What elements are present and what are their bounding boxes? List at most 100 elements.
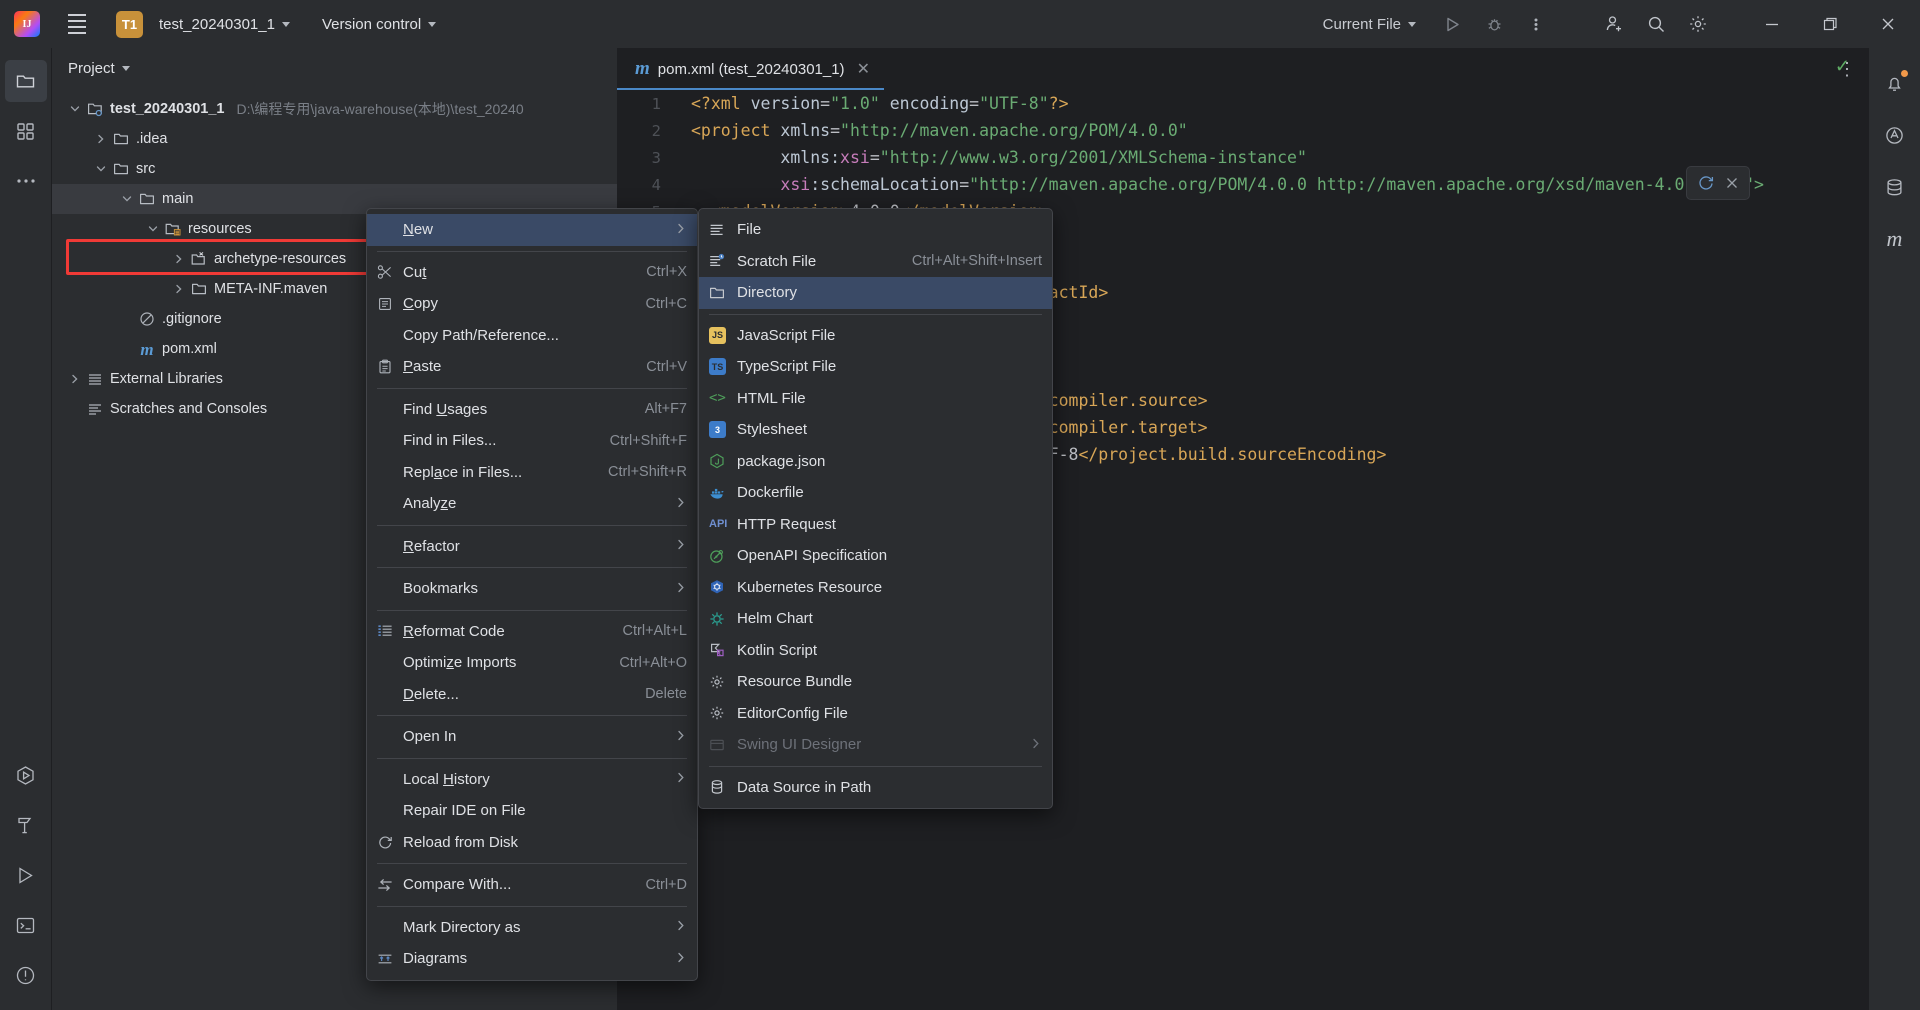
build-tool-icon[interactable]	[5, 804, 47, 846]
line-number: 3	[651, 148, 661, 167]
more-tool-icon[interactable]	[5, 160, 47, 202]
data-source-icon	[709, 779, 737, 795]
notifications-icon[interactable]	[1874, 62, 1916, 104]
minimize-button[interactable]	[1744, 0, 1800, 48]
excluded-folder-icon	[188, 251, 210, 267]
context-menu-item-shortcut: Ctrl+Shift+F	[609, 432, 687, 449]
context-menu-item-compare-with[interactable]: Compare With... Ctrl+D	[367, 869, 697, 901]
docker-icon	[709, 485, 737, 501]
chevron-right-icon[interactable]	[170, 283, 188, 295]
new-submenu-item-label: Directory	[737, 284, 798, 302]
context-menu-item-local-history[interactable]: Local History	[367, 764, 697, 796]
commit-tool-icon[interactable]	[5, 110, 47, 152]
run-icon[interactable]	[1432, 4, 1472, 44]
context-menu-item-delete[interactable]: Delete... Delete	[367, 679, 697, 711]
maven-file-icon: m	[140, 339, 154, 359]
close-icon[interactable]: ✕	[857, 59, 870, 79]
new-submenu-item-typescript-file[interactable]: TS TypeScript File	[699, 351, 1052, 383]
context-menu-item-shortcut: Delete	[645, 686, 687, 703]
maximize-button[interactable]	[1802, 0, 1858, 48]
new-submenu-item-http-request[interactable]: API HTTP Request	[699, 509, 1052, 541]
code-line-text: <?xml version="1.0" encoding="UTF-8"?>	[691, 94, 1069, 113]
search-icon[interactable]	[1636, 4, 1676, 44]
context-menu-item-find-usages[interactable]: Find Usages Alt+F7	[367, 394, 697, 426]
context-menu-item-reformat-code[interactable]: Reformat Code Ctrl+Alt+L	[367, 616, 697, 648]
new-submenu-item-openapi-specification[interactable]: OpenAPI Specification	[699, 540, 1052, 572]
new-submenu-item-kubernetes-resource[interactable]: Kubernetes Resource	[699, 572, 1052, 604]
new-submenu-item-package-json[interactable]: package.json	[699, 446, 1052, 478]
context-menu-item-copy[interactable]: Copy Ctrl+C	[367, 288, 697, 320]
project-panel-header[interactable]: Project	[52, 48, 617, 88]
new-submenu-item-dockerfile[interactable]: Dockerfile	[699, 477, 1052, 509]
debug-icon[interactable]	[1474, 4, 1514, 44]
context-menu-item-paste[interactable]: Paste Ctrl+V	[367, 351, 697, 383]
context-menu-item-optimize-imports[interactable]: Optimize Imports Ctrl+Alt+O	[367, 647, 697, 679]
chevron-right-icon[interactable]	[66, 373, 84, 385]
terminal-tool-icon[interactable]	[5, 904, 47, 946]
context-menu-item-label: Replace in Files...	[403, 463, 523, 481]
context-menu-item-open-in[interactable]: Open In	[367, 721, 697, 753]
tree-node-idea[interactable]: .idea	[52, 124, 617, 154]
folder-icon	[110, 131, 132, 147]
new-submenu-item-html-file[interactable]: <> HTML File	[699, 383, 1052, 415]
context-menu-item-bookmarks[interactable]: Bookmarks	[367, 573, 697, 605]
new-submenu-item-editorconfig-file[interactable]: EditorConfig File	[699, 698, 1052, 730]
context-menu-item-refactor[interactable]: Refactor	[367, 531, 697, 563]
reload-icon	[377, 834, 403, 850]
editor-tab-pom-xml[interactable]: m pom.xml (test_20240301_1) ✕	[617, 48, 884, 90]
packagejson-icon	[709, 453, 737, 469]
chevron-down-icon[interactable]	[118, 193, 136, 205]
project-selector[interactable]: T1 test_20240301_1	[108, 9, 298, 39]
context-menu-item-replace-in-files[interactable]: Replace in Files... Ctrl+Shift+R	[367, 457, 697, 489]
gear-icon[interactable]	[1678, 4, 1718, 44]
context-menu-item-diagrams[interactable]: Diagrams	[367, 943, 697, 975]
context-menu-item-reload-from-disk[interactable]: Reload from Disk	[367, 827, 697, 859]
new-submenu-item-directory[interactable]: Directory	[699, 277, 1052, 309]
close-button[interactable]	[1860, 0, 1916, 48]
new-submenu-item-resource-bundle[interactable]: Resource Bundle	[699, 666, 1052, 698]
database-icon[interactable]	[1874, 166, 1916, 208]
context-menu-item-label: Reload from Disk	[403, 833, 519, 851]
inspection-check-icon[interactable]: ✓	[1835, 56, 1850, 77]
run-tool-icon[interactable]	[5, 754, 47, 796]
add-user-icon[interactable]	[1594, 4, 1634, 44]
ai-assistant-icon[interactable]	[1874, 114, 1916, 156]
right-tool-strip: m	[1868, 48, 1920, 1010]
context-menu-item-find-in-files[interactable]: Find in Files... Ctrl+Shift+F	[367, 425, 697, 457]
context-menu-item-copy-path-reference[interactable]: Copy Path/Reference...	[367, 320, 697, 352]
close-icon[interactable]	[1725, 176, 1739, 190]
chevron-right-icon[interactable]	[170, 253, 188, 265]
context-menu-item-label: Delete...	[403, 685, 459, 703]
new-submenu-item-javascript-file[interactable]: JS JavaScript File	[699, 320, 1052, 352]
run-configuration-selector[interactable]: Current File	[1315, 9, 1424, 39]
context-menu-item-new[interactable]: New	[367, 214, 697, 246]
new-submenu-item-helm-chart[interactable]: Helm Chart	[699, 603, 1052, 635]
tree-node-src[interactable]: src	[52, 154, 617, 184]
new-submenu-item-kotlin-script[interactable]: Kotlin Script	[699, 635, 1052, 667]
services-tool-icon[interactable]	[5, 854, 47, 896]
context-menu-item-analyze[interactable]: Analyze	[367, 488, 697, 520]
context-menu-item-mark-directory-as[interactable]: Mark Directory as	[367, 912, 697, 944]
chevron-down-icon[interactable]	[66, 103, 84, 115]
http-request-icon: API	[709, 518, 728, 531]
tree-node-test-20240301-1[interactable]: test_20240301_1 D:\编程专用\java-warehouse(本地…	[52, 94, 617, 124]
chevron-right-icon[interactable]	[92, 133, 110, 145]
new-submenu-item-data-source-in-path[interactable]: Data Source in Path	[699, 772, 1052, 804]
new-submenu-item-stylesheet[interactable]: 3 Stylesheet	[699, 414, 1052, 446]
chevron-down-icon[interactable]	[144, 223, 162, 235]
context-menu-item-cut[interactable]: Cut Ctrl+X	[367, 257, 697, 289]
hamburger-menu-icon[interactable]	[60, 7, 94, 41]
version-control-menu[interactable]: Version control	[314, 9, 444, 39]
maven-icon[interactable]: m	[1874, 218, 1916, 260]
more-vertical-icon[interactable]	[1516, 4, 1556, 44]
chevron-down-icon	[121, 65, 130, 71]
context-menu-item-repair-ide-on-file[interactable]: Repair IDE on File	[367, 795, 697, 827]
problems-tool-icon[interactable]	[5, 954, 47, 996]
new-submenu-item-file[interactable]: File	[699, 214, 1052, 246]
maven-reload-icon[interactable]	[1697, 174, 1715, 192]
new-submenu-item-scratch-file[interactable]: Scratch File Ctrl+Alt+Shift+Insert	[699, 246, 1052, 278]
project-tool-icon[interactable]	[4, 60, 47, 102]
chevron-down-icon[interactable]	[92, 163, 110, 175]
typescript-file-icon: TS	[709, 358, 737, 376]
context-menu-item-shortcut: Ctrl+C	[645, 295, 688, 312]
